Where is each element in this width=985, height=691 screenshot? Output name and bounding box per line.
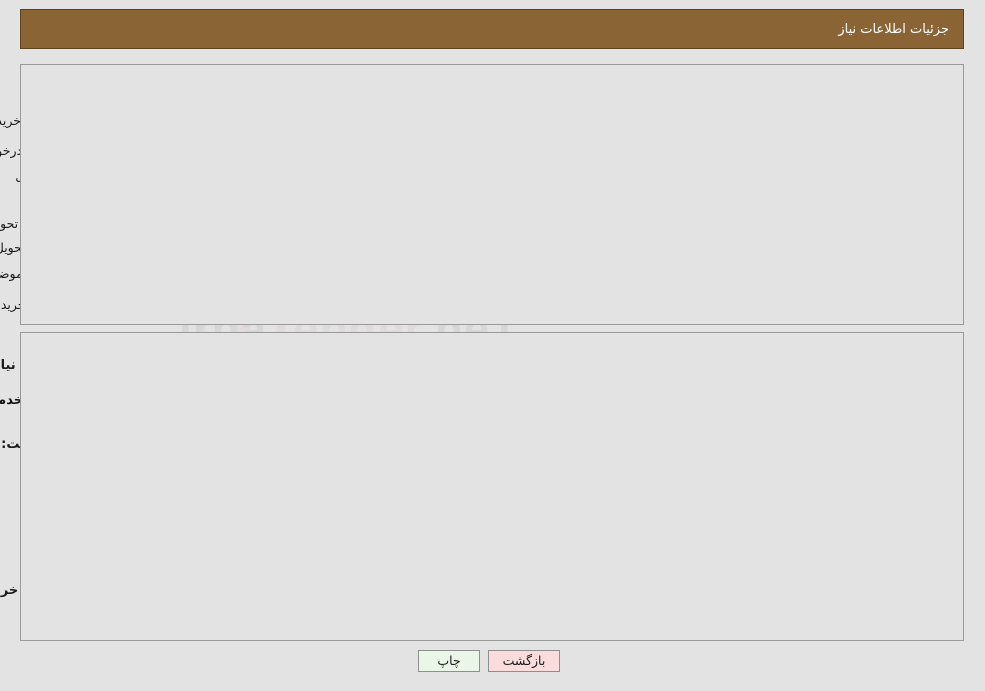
print-button[interactable]: چاپ [419, 650, 481, 672]
services-panel [21, 460, 965, 546]
buyer-notes-panel [21, 546, 965, 641]
page-root: IrnaTender.neT جزئیات اطلاعات نیاز شماره… [0, 0, 985, 691]
need-info-panel [21, 64, 965, 325]
page-title: جزئیات اطلاعات نیاز [839, 21, 950, 37]
general-description-panel [21, 332, 965, 460]
page-header-bar: جزئیات اطلاعات نیاز [21, 9, 965, 49]
back-button[interactable]: بازگشت [489, 650, 561, 672]
